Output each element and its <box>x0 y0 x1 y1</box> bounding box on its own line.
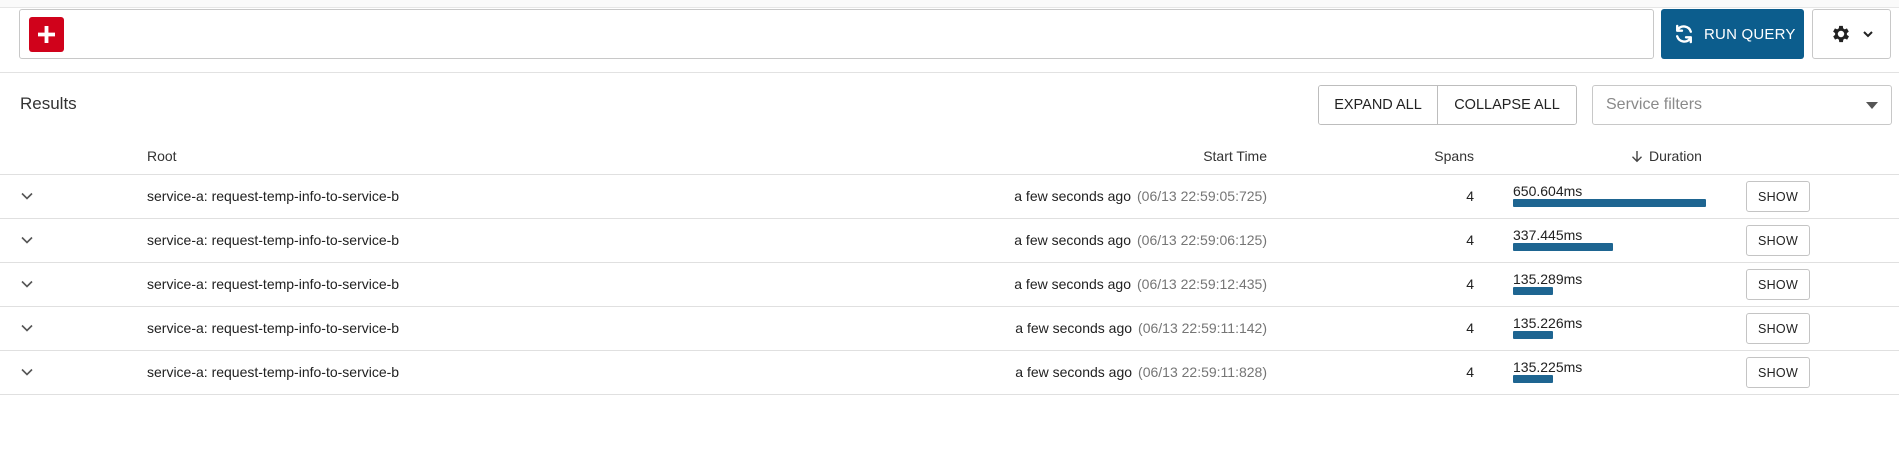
service-filter-placeholder: Service filters <box>1606 96 1703 113</box>
row-start-absolute: (06/13 22:59:11:142) <box>1138 320 1267 336</box>
chevron-down-icon[interactable] <box>20 277 34 291</box>
row-start-relative: a few seconds ago <box>1015 320 1133 336</box>
column-header-start-time[interactable]: Start Time <box>1150 148 1267 164</box>
row-start-relative: a few seconds ago <box>1015 364 1133 380</box>
gear-icon <box>1832 25 1849 43</box>
row-duration-label: 135.226ms <box>1513 315 1583 331</box>
row-start-time: a few seconds ago (06/13 22:59:05:725) <box>880 188 1267 204</box>
settings-dropdown-button[interactable] <box>1812 9 1891 59</box>
row-duration-bar <box>1513 199 1706 207</box>
row-start-relative: a few seconds ago <box>1014 276 1131 292</box>
row-show-button[interactable]: SHOW <box>1746 269 1810 300</box>
row-show-button[interactable]: SHOW <box>1746 225 1810 256</box>
row-start-relative: a few seconds ago <box>1014 232 1131 248</box>
row-root-name: service-a: request-temp-info-to-service-… <box>147 188 400 204</box>
row-root-name: service-a: request-temp-info-to-service-… <box>147 232 400 248</box>
row-start-time: a few seconds ago (06/13 22:59:11:828) <box>880 364 1267 380</box>
table-row[interactable]: service-a: request-temp-info-to-service-… <box>0 263 1899 307</box>
expand-collapse-group: EXPAND ALL COLLAPSE ALL <box>1318 85 1577 125</box>
chevron-down-icon[interactable] <box>20 365 34 379</box>
table-row[interactable]: service-a: request-temp-info-to-service-… <box>0 175 1899 219</box>
results-title: Results <box>20 94 77 113</box>
chevron-down-icon[interactable] <box>20 321 34 335</box>
column-header-duration-label: Duration <box>1649 148 1702 164</box>
row-start-time: a few seconds ago (06/13 22:59:11:142) <box>880 320 1267 336</box>
column-header-root[interactable]: Root <box>147 148 177 164</box>
run-query-label: RUN QUERY <box>1704 25 1796 43</box>
column-header-spans[interactable]: Spans <box>1400 148 1474 164</box>
chevron-down-icon[interactable] <box>20 189 34 203</box>
row-show-button[interactable]: SHOW <box>1746 357 1810 388</box>
plus-icon <box>38 26 55 43</box>
row-duration-bar <box>1513 287 1553 295</box>
row-span-count: 4 <box>1466 276 1474 292</box>
add-criteria-button[interactable] <box>29 17 64 52</box>
row-duration-label: 135.225ms <box>1513 359 1583 375</box>
row-duration-label: 337.445ms <box>1513 227 1583 243</box>
refresh-icon <box>1676 24 1692 44</box>
row-root-name: service-a: request-temp-info-to-service-… <box>147 320 400 336</box>
expand-all-button[interactable]: EXPAND ALL <box>1319 86 1438 124</box>
query-input-box[interactable] <box>19 9 1654 59</box>
collapse-all-button[interactable]: COLLAPSE ALL <box>1438 86 1576 124</box>
row-span-count: 4 <box>1466 320 1474 336</box>
run-query-button[interactable]: RUN QUERY <box>1661 9 1804 59</box>
row-start-absolute: (06/13 22:59:12:435) <box>1137 276 1267 292</box>
table-row[interactable]: service-a: request-temp-info-to-service-… <box>0 307 1899 351</box>
caret-down-icon <box>1866 102 1878 109</box>
header-divider <box>0 72 1899 73</box>
row-start-relative: a few seconds ago <box>1014 188 1131 204</box>
row-duration-bar <box>1513 243 1613 251</box>
row-start-time: a few seconds ago (06/13 22:59:06:125) <box>880 232 1267 248</box>
row-start-time: a few seconds ago (06/13 22:59:12:435) <box>880 276 1267 292</box>
row-show-button[interactable]: SHOW <box>1746 313 1810 344</box>
row-duration-bar <box>1513 375 1553 383</box>
chevron-down-icon <box>1862 31 1873 38</box>
row-root-name: service-a: request-temp-info-to-service-… <box>147 364 400 380</box>
column-header-duration[interactable]: Duration <box>1631 148 1702 164</box>
row-span-count: 4 <box>1466 232 1474 248</box>
row-start-absolute: (06/13 22:59:11:828) <box>1138 364 1267 380</box>
top-border <box>0 0 1899 8</box>
row-span-count: 4 <box>1466 364 1474 380</box>
row-duration-label: 135.289ms <box>1513 271 1583 287</box>
row-duration-bar <box>1513 331 1553 339</box>
row-duration-label: 650.604ms <box>1513 183 1583 199</box>
service-filter-select[interactable]: Service filters <box>1592 85 1892 125</box>
row-span-count: 4 <box>1466 188 1474 204</box>
table-row[interactable]: service-a: request-temp-info-to-service-… <box>0 351 1899 395</box>
row-start-absolute: (06/13 22:59:06:125) <box>1137 232 1267 248</box>
chevron-down-icon[interactable] <box>20 233 34 247</box>
table-row[interactable]: service-a: request-temp-info-to-service-… <box>0 219 1899 263</box>
row-root-name: service-a: request-temp-info-to-service-… <box>147 276 400 292</box>
row-show-button[interactable]: SHOW <box>1746 181 1810 212</box>
row-start-absolute: (06/13 22:59:05:725) <box>1137 188 1267 204</box>
arrow-down-icon <box>1632 150 1642 162</box>
